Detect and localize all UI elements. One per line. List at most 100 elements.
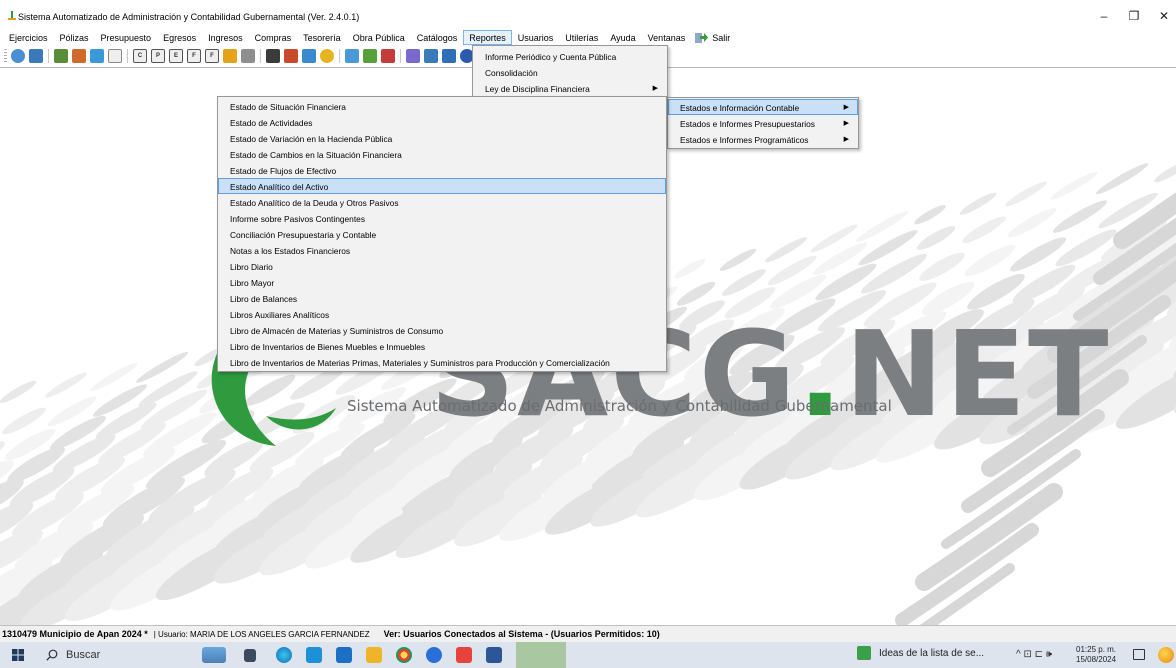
chrome-icon[interactable] [396,647,412,663]
printer-icon[interactable] [241,49,255,63]
menu-ayuda[interactable]: Ayuda [604,30,641,45]
file-explorer-icon[interactable] [366,647,382,663]
sacg-taskbar-icon[interactable] [516,642,566,668]
news-icon [857,646,871,660]
catalog-p-icon[interactable]: P [151,49,165,63]
menu-utilerias[interactable]: Utilerías [559,30,604,45]
folder-icon[interactable] [223,49,237,63]
wave-streak [1053,200,1107,233]
menu-compras[interactable]: Compras [249,30,298,45]
user-key-icon[interactable] [424,49,438,63]
edge-icon[interactable] [276,647,292,663]
menu-ventanas[interactable]: Ventanas [642,30,692,45]
ley-disciplina-submenu: Estados e Información Contable ▶ Estados … [667,97,859,149]
submenu-arrow-icon: ▶ [843,120,849,127]
menu-item-analitico-activo[interactable]: Estado Analítico del Activo [218,178,666,194]
menu-item-informe-periodico[interactable]: Informe Periódico y Cuenta Pública [473,48,667,64]
wave-streak [916,226,956,250]
catalog-f2-icon[interactable]: F [205,49,219,63]
menu-item-actividades[interactable]: Estado de Actividades [218,114,666,130]
people-icon[interactable] [54,49,68,63]
database-icon[interactable] [302,49,316,63]
menu-catalogos[interactable]: Catálogos [411,30,464,45]
menu-item-libro-balances[interactable]: Libro de Balances [218,290,666,306]
clock-time: 01:25 p. m. [1076,645,1117,654]
edit-icon[interactable] [284,49,298,63]
menu-item-flujos-efectivo[interactable]: Estado de Flujos de Efectivo [218,162,666,178]
wave-streak [674,258,706,279]
report-icon[interactable] [345,49,359,63]
coins-icon[interactable] [320,49,334,63]
taskbar-widget-icon[interactable] [202,647,226,663]
menu-ejercicios[interactable]: Ejercicios [3,30,54,45]
users-icon[interactable] [381,49,395,63]
maximize-button[interactable]: ❐ [1119,5,1149,27]
menu-item-ley-disciplina[interactable]: Ley de Disciplina Financiera ▶ [473,80,667,96]
menu-salir[interactable]: Salir [710,30,736,45]
mail-icon[interactable] [336,647,352,663]
catalog-e-icon[interactable]: E [169,49,183,63]
menu-obra-publica[interactable]: Obra Pública [347,30,411,45]
news-widget[interactable]: Ideas de la lista de se... [857,646,984,660]
menu-ingresos[interactable]: Ingresos [202,30,249,45]
tools-icon[interactable] [363,49,377,63]
menu-item-libro-inventarios-bienes[interactable]: Libro de Inventarios de Bienes Muebles e… [218,338,666,354]
estados-contable-submenu: Estado de Situación Financiera Estado de… [217,96,667,372]
exit-door-icon [695,32,709,43]
menu-item-libros-auxiliares[interactable]: Libros Auxiliares Analíticos [218,306,666,322]
wand-icon[interactable] [72,49,86,63]
news-text: Ideas de la lista de se... [879,647,985,659]
menu-tesoreria[interactable]: Tesorería [297,30,347,45]
submenu-arrow-icon: ▶ [843,104,849,111]
tree-icon[interactable] [406,49,420,63]
store-icon[interactable] [306,647,322,663]
menu-egresos[interactable]: Egresos [157,30,202,45]
menu-item-estados-programaticos[interactable]: Estados e Informes Programáticos ▶ [668,131,858,147]
calculator-icon[interactable] [442,49,456,63]
menu-item-conciliacion[interactable]: Conciliación Presupuestaria y Contable [218,226,666,242]
task-view-icon[interactable] [244,649,256,662]
windows-start-icon[interactable] [12,649,24,661]
menu-reportes[interactable]: Reportes [463,30,512,45]
menu-item-situacion-financiera[interactable]: Estado de Situación Financiera [218,98,666,114]
catalog-c-icon[interactable]: C [133,49,147,63]
menu-presupuesto[interactable]: Presupuesto [95,30,158,45]
menu-item-libro-inventarios-materias[interactable]: Libro de Inventarios de Materias Primas,… [218,354,666,370]
menu-item-libro-diario[interactable]: Libro Diario [218,258,666,274]
menu-item-estados-presupuestarios[interactable]: Estados e Informes Presupuestarios ▶ [668,115,858,131]
chart-doc-icon[interactable] [29,49,43,63]
menu-item-variacion-hacienda[interactable]: Estado de Variación en la Hacienda Públi… [218,130,666,146]
meet-icon[interactable] [426,647,442,663]
wave-streak [919,252,965,281]
monitor-icon[interactable] [90,49,104,63]
menu-item-cambios-situacion[interactable]: Estado de Cambios en la Situación Financ… [218,146,666,162]
toolbar-grip[interactable] [4,49,7,63]
toolbar-separator [400,49,401,63]
wave-streak [964,245,1016,277]
menu-item-estados-contable[interactable]: Estados e Información Contable ▶ [668,99,858,115]
system-tray[interactable]: ^ ⊡ ⊏ 🕪 [1016,649,1052,660]
taskbar-clock[interactable]: 01:25 p. m. 15/08/2024 [1076,645,1116,665]
menu-item-pasivos-contingentes[interactable]: Informe sobre Pasivos Contingentes [218,210,666,226]
menu-item-libro-almacen[interactable]: Libro de Almacén de Materias y Suministr… [218,322,666,338]
table-icon[interactable] [108,49,122,63]
taskbar-search[interactable]: Buscar [46,645,176,665]
refresh-icon[interactable] [11,49,25,63]
menu-usuarios[interactable]: Usuarios [512,30,560,45]
catalog-f-icon[interactable]: F [187,49,201,63]
status-connected-users[interactable]: Ver: Usuarios Conectados al Sistema - (U… [370,629,660,639]
menu-item-analitico-deuda[interactable]: Estado Analítico de la Deuda y Otros Pas… [218,194,666,210]
menu-item-libro-mayor[interactable]: Libro Mayor [218,274,666,290]
search-icon [46,649,58,661]
notification-icon[interactable] [1133,649,1145,660]
close-button[interactable]: ✕ [1149,5,1176,27]
book-icon[interactable] [266,49,280,63]
menu-item-notas-estados[interactable]: Notas a los Estados Financieros [218,242,666,258]
mcafee-icon[interactable] [456,647,472,663]
weather-icon[interactable] [1158,647,1174,663]
minimize-button[interactable]: – [1089,5,1119,27]
menu-polizas[interactable]: Pólizas [54,30,95,45]
minimize-icon: – [1100,9,1108,23]
word-icon[interactable] [486,647,502,663]
menu-item-consolidacion[interactable]: Consolidación [473,64,667,80]
